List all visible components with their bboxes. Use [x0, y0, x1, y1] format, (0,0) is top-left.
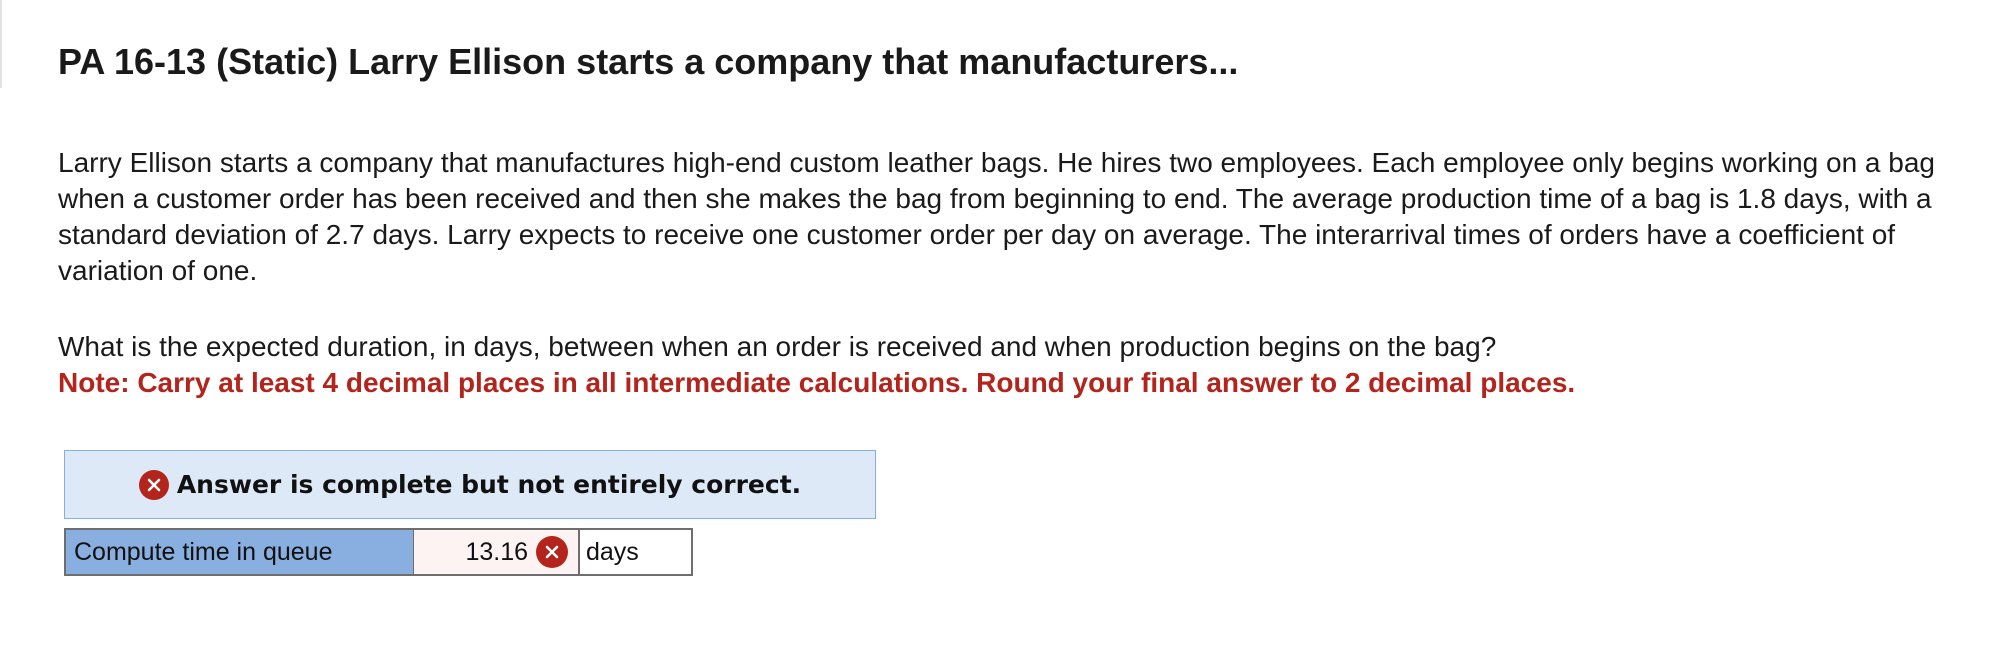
incorrect-x-icon — [138, 469, 169, 500]
problem-statement: Larry Ellison starts a company that manu… — [58, 147, 1935, 286]
feedback-message: Answer is complete but not entirely corr… — [176, 470, 802, 499]
answer-value-field[interactable]: 13.16 — [414, 528, 579, 576]
answer-value: 13.16 — [465, 537, 528, 566]
incorrect-x-icon — [536, 536, 568, 568]
feedback-content: Answer is complete but not entirely corr… — [138, 469, 802, 500]
left-divider — [0, 0, 2, 88]
answer-row: Compute time in queue 13.16 days — [64, 528, 693, 576]
feedback-banner: Answer is complete but not entirely corr… — [64, 450, 876, 519]
question-title: PA 16-13 (Static) Larry Ellison starts a… — [58, 41, 1239, 82]
answer-unit: days — [579, 528, 693, 576]
question-prompt: What is the expected duration, in days, … — [58, 331, 1497, 362]
answer-label: Compute time in queue — [64, 528, 414, 576]
rounding-note: Note: Carry at least 4 decimal places in… — [58, 367, 1576, 398]
